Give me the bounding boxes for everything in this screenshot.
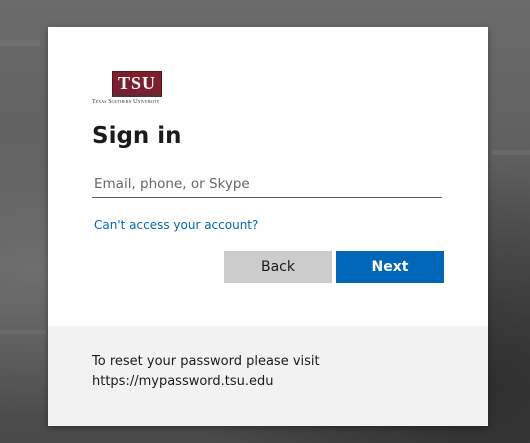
signin-form: TSU Texas Southern University Sign in Ca… — [48, 27, 488, 326]
signin-card: TSU Texas Southern University Sign in Ca… — [48, 27, 488, 426]
page-title: Sign in — [92, 123, 182, 149]
logo-underline — [112, 95, 162, 97]
next-button[interactable]: Next — [336, 251, 444, 283]
tsu-logo: TSU Texas Southern University — [92, 71, 184, 107]
cant-access-account-link[interactable]: Can't access your account? — [94, 218, 258, 232]
logo-caption: Texas Southern University — [92, 99, 160, 105]
back-button[interactable]: Back — [224, 251, 332, 283]
reset-password-notice: To reset your password please visit http… — [92, 352, 452, 392]
background-detail — [492, 150, 530, 155]
footer-panel: To reset your password please visit http… — [48, 326, 488, 426]
logo-mark: TSU — [112, 71, 162, 96]
background-detail — [0, 330, 46, 334]
reset-password-url: https://mypassword.tsu.edu — [92, 374, 274, 389]
email-field[interactable] — [92, 170, 442, 198]
background-detail — [0, 40, 40, 46]
reset-password-text: To reset your password please visit — [92, 354, 320, 369]
